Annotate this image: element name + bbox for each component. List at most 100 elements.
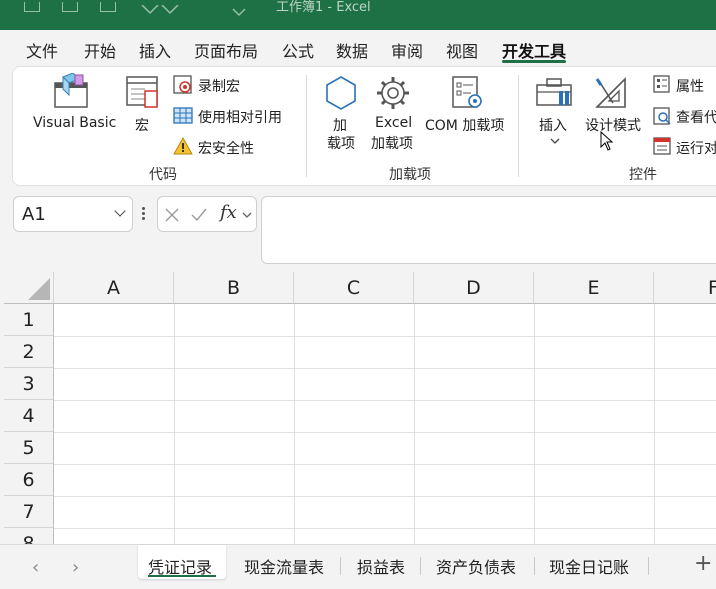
title-bar: 工作簿1 - Excel	[0, 0, 716, 30]
select-all-button[interactable]	[4, 272, 54, 304]
row-header-2[interactable]: 2	[4, 336, 54, 368]
more-options-icon[interactable]	[142, 207, 145, 221]
gridline	[54, 336, 716, 337]
chevron-down-icon[interactable]	[114, 205, 126, 217]
column-header-b[interactable]: B	[174, 272, 294, 304]
cancel-icon[interactable]	[164, 207, 180, 223]
gridline	[174, 304, 175, 544]
insert-function-button[interactable]: fx	[220, 202, 237, 223]
sheet-tab-income[interactable]: 损益表	[357, 554, 405, 578]
gridline	[54, 432, 716, 433]
gridline	[54, 368, 716, 369]
add-sheet-icon[interactable]: +	[694, 551, 712, 576]
gridline	[534, 304, 535, 544]
row-header-8[interactable]: 8	[4, 528, 54, 544]
toolbox-icon	[536, 78, 572, 106]
design-mode-icon	[595, 77, 626, 108]
run-dialog-icon	[653, 137, 671, 155]
record-macro-icon	[173, 75, 192, 94]
tab-home[interactable]: 开始	[84, 38, 116, 62]
name-box[interactable]: A1	[13, 196, 133, 232]
macros-icon	[126, 76, 158, 108]
active-tab-indicator	[502, 60, 566, 63]
excel-window: 工作簿1 - Excel 文件 开始 插入 页面布局 公式 数据 审阅 视图 开…	[0, 0, 716, 589]
tab-developer[interactable]: 开发工具	[502, 38, 566, 62]
column-header-a[interactable]: A	[54, 272, 174, 304]
relative-refs-label: 使用相对引用	[198, 110, 282, 126]
undo-icon[interactable]	[100, 2, 116, 12]
tab-file[interactable]: 文件	[26, 38, 58, 62]
com-addins-icon	[452, 76, 482, 108]
visual-basic-label: Visual Basic	[33, 115, 117, 131]
column-header-e[interactable]: E	[534, 272, 654, 304]
group-label-addins: 加载项	[389, 167, 431, 183]
properties-icon	[653, 75, 670, 93]
window-title: 工作簿1 - Excel	[276, 0, 371, 15]
ribbon-tabs: 文件 开始 插入 页面布局 公式 数据 审阅 视图 开发工具	[0, 30, 716, 64]
gridline	[54, 496, 716, 497]
save-icon[interactable]	[24, 2, 40, 12]
gridline	[294, 304, 295, 544]
autosave-icon[interactable]	[62, 2, 78, 12]
active-sheet-indicator	[148, 575, 216, 577]
row-header-3[interactable]: 3	[4, 368, 54, 400]
view-code-icon	[653, 107, 671, 125]
select-all-icon	[28, 278, 50, 300]
qat-dropdown-icon[interactable]	[232, 2, 248, 17]
column-header-f[interactable]: F	[654, 272, 716, 304]
chevron-down-icon	[550, 138, 560, 144]
sheet-tab-cash-journal[interactable]: 现金日记账	[549, 554, 629, 578]
row-header-6[interactable]: 6	[4, 464, 54, 496]
macro-security-label: 宏安全性	[198, 141, 254, 157]
gear-icon	[377, 77, 409, 109]
tab-review[interactable]: 审阅	[391, 38, 423, 62]
sheet-tab-bar: ‹ › 凭证记录 现金流量表 损益表 资产负债表 现金日记账 +	[0, 544, 716, 589]
column-header-c[interactable]: C	[294, 272, 414, 304]
tab-separator	[420, 557, 421, 575]
com-addins-label: COM 加载项	[425, 118, 505, 134]
tab-insert[interactable]: 插入	[139, 38, 171, 62]
addins-icon	[326, 76, 356, 110]
group-label-controls: 控件	[629, 167, 657, 183]
sheet-tab-balance[interactable]: 资产负债表	[436, 554, 516, 578]
formula-input[interactable]	[261, 196, 716, 264]
row-header-5[interactable]: 5	[4, 432, 54, 464]
addins-label-line2: 载项	[327, 136, 355, 152]
tab-data[interactable]: 数据	[336, 38, 368, 62]
record-macro-label: 录制宏	[198, 79, 240, 95]
warning-icon	[173, 137, 193, 155]
tab-view[interactable]: 视图	[446, 38, 478, 62]
addins-label-line1: 加	[333, 118, 347, 134]
tab-separator	[534, 557, 535, 575]
run-dialog-label: 运行对	[676, 141, 716, 157]
sheet-tab-cashflow[interactable]: 现金流量表	[244, 554, 324, 578]
gridline	[654, 304, 655, 544]
enter-check-icon[interactable]	[190, 207, 208, 223]
row-header-4[interactable]: 4	[4, 400, 54, 432]
chevron-down-icon[interactable]	[242, 211, 252, 219]
tab-separator	[340, 557, 341, 575]
tab-formulas[interactable]: 公式	[282, 38, 314, 62]
group-separator	[518, 75, 519, 177]
formula-controls: fx	[157, 196, 257, 232]
relative-refs-icon	[173, 107, 193, 124]
gridline	[414, 304, 415, 544]
scroll-sheets-left-icon[interactable]: ‹	[32, 557, 39, 578]
row-header-7[interactable]: 7	[4, 496, 54, 528]
insert-control-label: 插入	[539, 118, 567, 134]
worksheet-grid[interactable]: A B C D E F 1 2 3 4 5 6 7 8	[4, 272, 716, 544]
name-box-value: A1	[22, 204, 46, 225]
gridline	[54, 464, 716, 465]
properties-label: 属性	[676, 79, 704, 95]
view-code-label: 查看代	[676, 110, 716, 126]
group-separator	[306, 75, 307, 177]
mouse-cursor-icon	[600, 131, 614, 151]
row-header-1[interactable]: 1	[4, 304, 54, 336]
column-header-d[interactable]: D	[414, 272, 534, 304]
scroll-sheets-right-icon[interactable]: ›	[72, 557, 79, 578]
tab-page-layout[interactable]: 页面布局	[194, 38, 258, 62]
gridline	[54, 528, 716, 529]
tab-separator	[648, 557, 649, 575]
visual-basic-icon	[54, 73, 88, 108]
redo-icon[interactable]	[140, 2, 179, 15]
